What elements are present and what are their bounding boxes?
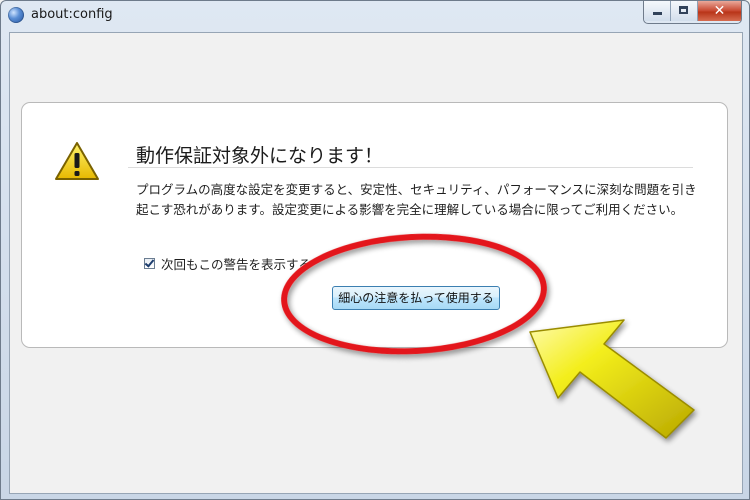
- show-warning-checkbox-row[interactable]: 次回もこの警告を表示する: [144, 254, 311, 273]
- caption-buttons: ✕: [643, 1, 742, 24]
- minimize-icon: [653, 12, 662, 15]
- show-warning-checkbox[interactable]: [144, 258, 155, 269]
- browser-window: about:config ✕ 動作保証対象外になります！ プログラムの高度な設定…: [0, 0, 750, 500]
- title-divider: [128, 167, 693, 168]
- show-warning-checkbox-label: 次回もこの警告を表示する: [161, 257, 312, 272]
- app-icon: [8, 7, 24, 23]
- content-area: 動作保証対象外になります！ プログラムの高度な設定を変更すると、安定性、セキュリ…: [9, 32, 743, 494]
- minimize-button[interactable]: [644, 1, 671, 21]
- title-bar[interactable]: about:config ✕: [1, 1, 749, 31]
- accept-risk-button[interactable]: 細心の注意を払って使用する: [332, 286, 500, 310]
- warning-triangle-icon: [55, 142, 99, 180]
- close-button[interactable]: ✕: [698, 1, 741, 21]
- warning-card: 動作保証対象外になります！ プログラムの高度な設定を変更すると、安定性、セキュリ…: [21, 102, 728, 348]
- close-icon: ✕: [713, 3, 726, 19]
- warning-message: プログラムの高度な設定を変更すると、安定性、セキュリティ、パフォーマンスに深刻な…: [136, 182, 697, 217]
- maximize-button[interactable]: [671, 1, 698, 21]
- warning-title: 動作保証対象外になります！: [136, 145, 384, 167]
- maximize-icon: [679, 6, 688, 14]
- window-title: about:config: [31, 7, 113, 22]
